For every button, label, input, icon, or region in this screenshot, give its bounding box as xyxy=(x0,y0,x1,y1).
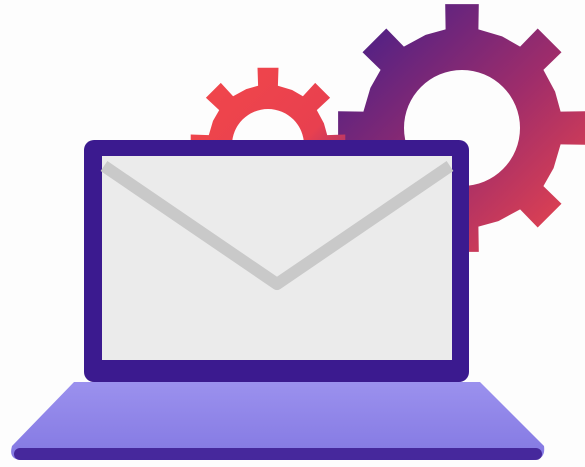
laptop-base-edge xyxy=(14,448,542,460)
email-settings-illustration xyxy=(11,4,585,460)
illustration-stage xyxy=(0,0,585,467)
laptop-icon xyxy=(11,140,545,460)
envelope-body xyxy=(102,156,452,360)
envelope-icon xyxy=(100,156,454,360)
